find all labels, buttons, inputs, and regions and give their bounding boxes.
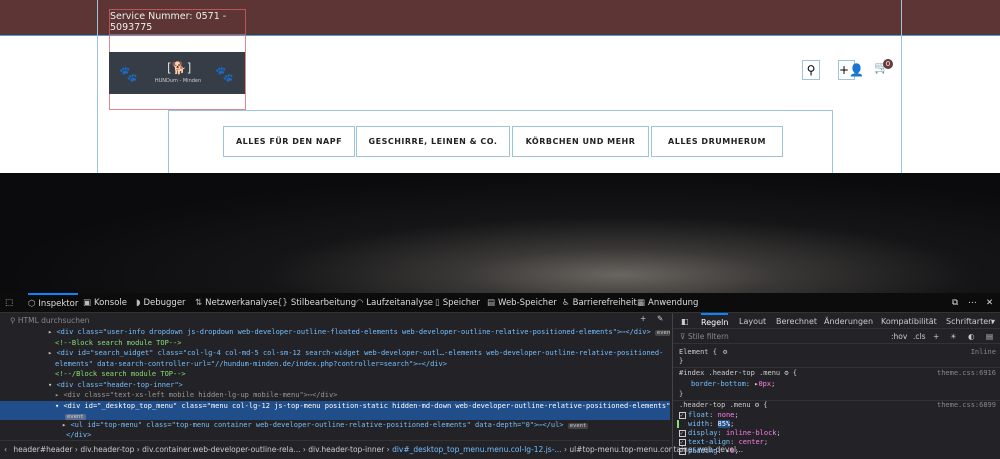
breadcrumb-item[interactable]: div.header-top	[80, 445, 134, 454]
responsive-icon[interactable]: ⧉	[952, 298, 958, 308]
code-line[interactable]: elements" data-search-controller-url="//…	[0, 359, 670, 370]
rule-selector[interactable]: #index .header-top .menu	[679, 369, 780, 377]
breadcrumb-item[interactable]: div.header-top-inner	[308, 445, 384, 454]
code-line[interactable]: ▸ <div class="text-xs-left mobile hidden…	[0, 390, 670, 401]
tabs-overflow-icon[interactable]: ▾	[991, 317, 995, 326]
dark-mode-icon[interactable]: ◐	[968, 332, 975, 341]
rule-selector[interactable]: .header-top .menu	[679, 401, 751, 409]
panel-toggle-icon[interactable]: ◧	[681, 317, 689, 326]
breadcrumb: ‹ header#header › div.header-top › div.c…	[0, 440, 743, 459]
tab-kompatibilitaet[interactable]: Kompatibilität	[881, 317, 937, 326]
tab-schriftarten[interactable]: Schriftarten	[946, 317, 993, 326]
rule-source[interactable]: theme.css:6916	[937, 369, 996, 377]
code-line[interactable]: ▸ <div id="search_widget" class="col-lg-…	[0, 348, 670, 359]
menu-item-drumherum[interactable]: ALLES DRUMHERUM	[651, 126, 783, 157]
tab-speicher[interactable]: ▯ Speicher	[435, 298, 480, 308]
property-name[interactable]: border-bottom	[691, 380, 746, 388]
checkbox[interactable]: ✓	[679, 430, 686, 437]
code-line[interactable]: ▸ <div class="user-info dropdown js-drop…	[0, 327, 670, 338]
rule-source: Inline	[970, 348, 996, 356]
eyedropper-icon[interactable]: ✎	[657, 314, 663, 323]
tab-web-speicher[interactable]: ▤ Web-Speicher	[487, 298, 557, 308]
search-icon[interactable]: ⚲	[802, 60, 820, 80]
tab-aenderungen[interactable]: Änderungen	[824, 317, 873, 326]
scroll-left-icon[interactable]: ‹	[4, 445, 7, 454]
selected-code-line[interactable]: ▾ <div id="_desktop_top_menu" class="men…	[0, 400, 670, 420]
tab-layout[interactable]: Layout	[739, 317, 766, 326]
checkbox[interactable]: ✓	[679, 439, 686, 446]
add-rule-icon[interactable]: +	[933, 332, 939, 341]
code-line[interactable]: </div>	[0, 430, 670, 441]
tab-regeln[interactable]: Regeln	[701, 313, 729, 327]
add-node-icon[interactable]: +	[640, 314, 646, 323]
container-outline	[901, 0, 902, 173]
rule-brace: }	[679, 357, 684, 365]
more-icon[interactable]: ⋯	[968, 298, 977, 308]
dog-icon: [🐕]	[167, 61, 192, 75]
tab-netzwerk[interactable]: ⇅ Netzwerkanalyse	[195, 298, 278, 308]
devtools-toolbar: ⬚ ⬡ Inspektor ▣ Konsole ◗ Debugger ⇅ Netzwer…	[0, 293, 1000, 313]
rules-panel: ◧ Regeln Layout Berechnet Änderungen Kom…	[672, 313, 1000, 459]
tab-barrierefreiheit[interactable]: ♿ Barrierefreiheit	[562, 298, 637, 308]
tab-debugger[interactable]: ◗ Debugger	[136, 298, 186, 308]
divider	[673, 367, 1000, 368]
logo[interactable]: 🐾 [🐕] HUNDum - Minden 🐾	[109, 52, 245, 94]
menu-item-napf[interactable]: ALLES FÜR DEN NAPF	[223, 126, 355, 157]
print-icon[interactable]: ▤	[986, 332, 993, 341]
checkbox[interactable]: ✓	[679, 448, 686, 455]
html-search-input[interactable]: ⚲ HTML durchsuchen + ✎	[0, 314, 670, 327]
menu-item-geschirre[interactable]: GESCHIRRE, LEINEN & CO.	[356, 126, 510, 157]
property-value[interactable]: 0px	[758, 380, 771, 388]
breadcrumb-item[interactable]: div.container.web-developer-outline-rela…	[142, 445, 300, 454]
add-user-icon[interactable]: +👤	[838, 60, 864, 80]
paw-icon: 🐾	[119, 65, 138, 83]
code-line[interactable]: <!--Block search module TOP-->	[0, 338, 670, 349]
breadcrumb-item[interactable]: div#_desktop_top_menu.menu.col-lg-12.js-…	[392, 445, 561, 454]
cls-button[interactable]: .cls	[913, 332, 926, 341]
breadcrumb-item[interactable]: header#header	[13, 445, 72, 454]
code-line[interactable]: <!--/Block search module TOP-->	[0, 369, 670, 380]
light-mode-icon[interactable]: ☀	[950, 332, 957, 341]
close-icon[interactable]: ✕	[986, 298, 993, 308]
tab-inspektor[interactable]: ⬡ Inspektor	[28, 293, 79, 309]
logo-text: HUNDum - Minden	[154, 78, 202, 84]
cart-count: 0	[883, 59, 893, 69]
gear-icon[interactable]: ⚙	[723, 348, 727, 356]
hero-image	[0, 173, 1000, 293]
code-line[interactable]: ▾ <div class="header-top-inner">	[0, 380, 670, 391]
tab-stil[interactable]: {} Stilbearbeitung	[277, 298, 356, 308]
pick-element-icon[interactable]: ⬚	[5, 298, 13, 308]
rule-source[interactable]: theme.css:6899	[937, 401, 996, 409]
tab-anwendung[interactable]: ▦ Anwendung	[637, 298, 698, 308]
rule-selector[interactable]: Element {	[679, 348, 717, 356]
editing-value[interactable]: 85%	[717, 420, 731, 428]
code-line[interactable]: ▸ <ul id="top-menu" class="top-menu cont…	[0, 420, 670, 431]
style-filter-input[interactable]: ⊽ Stile filtern :hov .cls + ☀ ◐ ▤	[673, 328, 1000, 344]
tab-konsole[interactable]: ▣ Konsole	[83, 298, 127, 308]
tab-laufzeit[interactable]: ◠ Laufzeitanalyse	[356, 298, 433, 308]
checkbox[interactable]: ✓	[679, 412, 686, 419]
paw-icon: 🐾	[215, 65, 234, 83]
service-number: Service Nummer: 0571 - 5093775	[109, 9, 246, 35]
devtools: ⬚ ⬡ Inspektor ▣ Konsole ◗ Debugger ⇅ Netzwer…	[0, 293, 1000, 459]
hov-button[interactable]: :hov	[891, 332, 907, 341]
rule-brace: }	[679, 390, 684, 398]
tab-berechnet[interactable]: Berechnet	[776, 317, 817, 326]
menu-item-koerbchen[interactable]: KÖRBCHEN UND MEHR	[512, 126, 649, 157]
